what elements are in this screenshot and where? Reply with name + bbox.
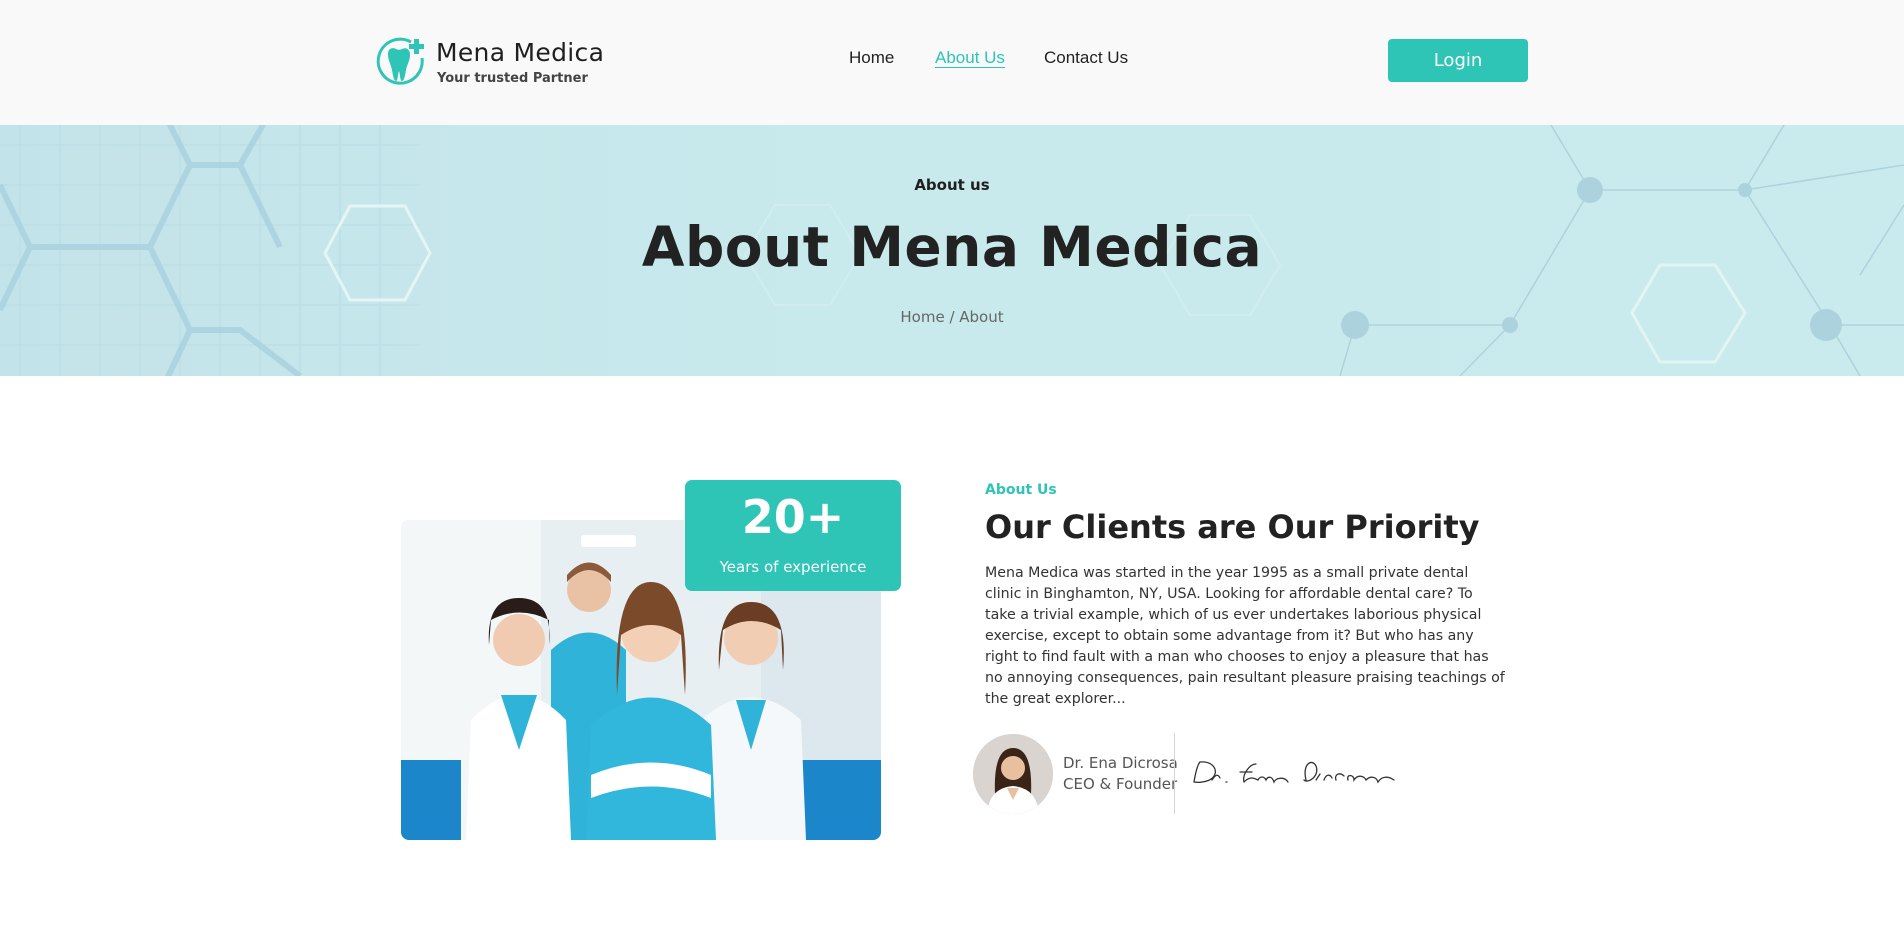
- about-paragraph: Mena Medica was started in the year 1995…: [985, 565, 1505, 707]
- section-heading: Our Clients are Our Priority: [985, 508, 1480, 546]
- founder-role: CEO & Founder: [1063, 775, 1178, 793]
- login-button[interactable]: Login: [1388, 39, 1528, 82]
- tooth-plus-icon[interactable]: [375, 36, 427, 88]
- founder-avatar: [973, 734, 1053, 814]
- brand-tagline: Your trusted Partner: [437, 71, 588, 86]
- founder-name: Dr. Ena Dicrosa: [1063, 754, 1178, 772]
- breadcrumb-separator: /: [944, 308, 960, 326]
- brand-name[interactable]: Mena Medica: [436, 38, 604, 67]
- breadcrumb-current: About: [959, 308, 1004, 326]
- section-kicker: About Us: [985, 482, 1057, 498]
- nav-home-link[interactable]: Home: [849, 48, 894, 68]
- banner-kicker: About us: [914, 176, 990, 194]
- page-banner: About us About Mena Medica Home / About: [0, 125, 1904, 376]
- founder-photo: [973, 734, 1053, 814]
- nav-about-link[interactable]: About Us: [935, 48, 1005, 68]
- divider: [1174, 733, 1175, 814]
- experience-badge: 20+ Years of experience: [685, 480, 901, 591]
- page-title: About Mena Medica: [641, 215, 1263, 279]
- experience-label: Years of experience: [719, 558, 867, 576]
- experience-value: 20+: [741, 490, 845, 544]
- breadcrumb: Home / About: [0, 308, 1904, 326]
- nav-contact-link[interactable]: Contact Us: [1044, 48, 1128, 68]
- breadcrumb-home-link[interactable]: Home: [900, 308, 944, 326]
- site-header: Mena Medica Your trusted Partner Home Ab…: [0, 0, 1904, 125]
- founder-signature: [1193, 761, 1395, 784]
